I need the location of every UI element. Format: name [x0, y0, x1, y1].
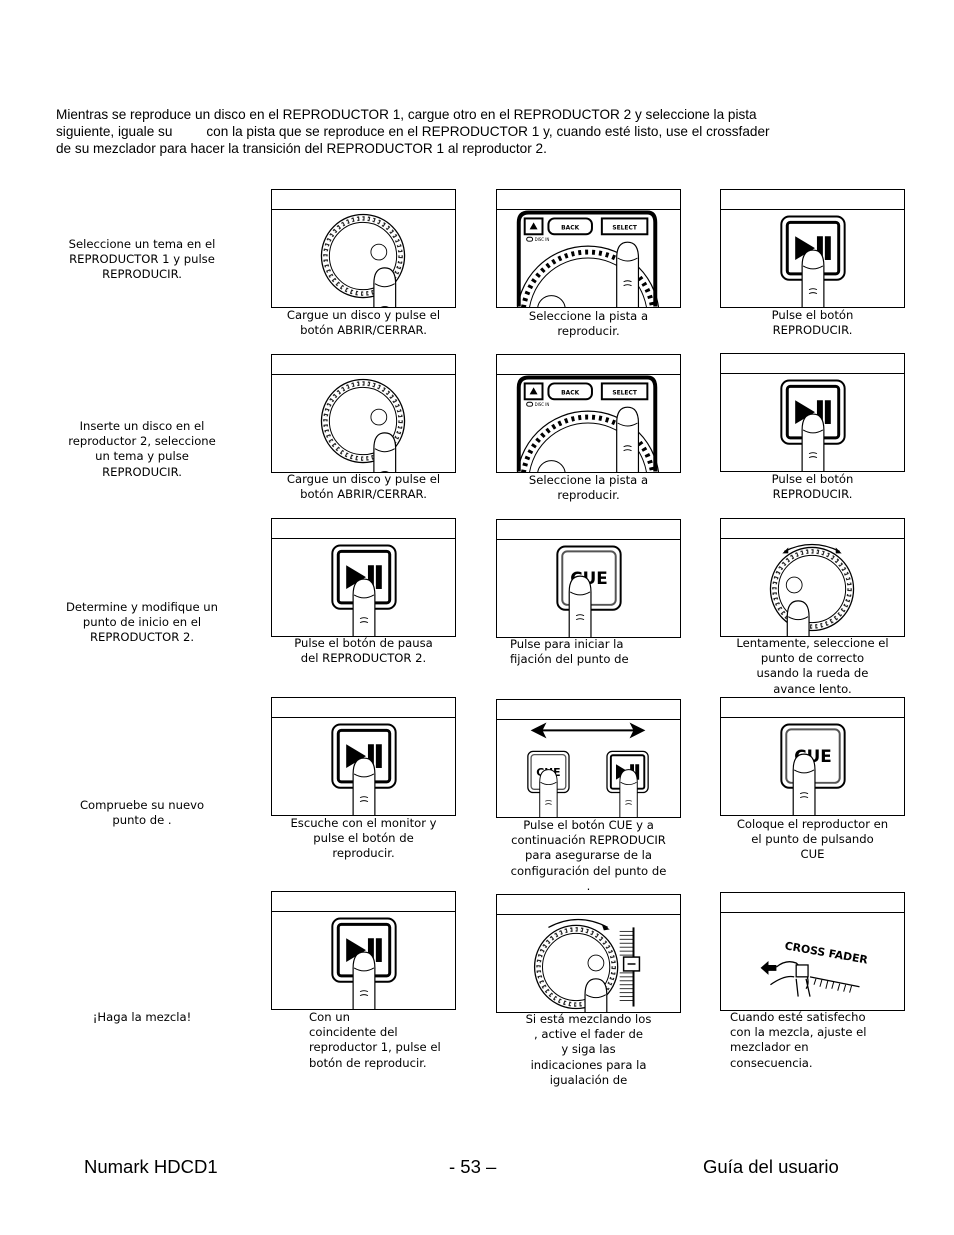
panel-caption: Coloque el reproductor en el punto de pu…: [736, 817, 889, 862]
step-1-label: Seleccione un tema en el REPRODUCTOR 1 y…: [68, 237, 216, 282]
panel-3-1: [271, 518, 456, 637]
step-4-label: Compruebe su nuevo punto de .: [79, 798, 205, 828]
panel-header: [721, 519, 904, 539]
select-button-panel-icon: DISC IN BACK SELECT: [516, 375, 660, 472]
footer-guide-title: Guía del usuario: [703, 1156, 839, 1177]
panel-5-3: CROSS FADER: [720, 892, 905, 1011]
cue-and-play-buttons-icon: [527, 722, 650, 817]
panel-1-1: [271, 189, 456, 308]
panel-header: [497, 895, 680, 915]
panel-header: [272, 355, 455, 375]
panel-caption: Seleccione la pista a reproducir.: [528, 473, 649, 503]
panel-caption: Cuando esté satisfecho con la mezcla, aj…: [730, 1010, 867, 1070]
panel-1-2: DISC IN BACK SELECT: [496, 189, 681, 308]
step-3-label: Determine y modifique un punto de inicio…: [65, 600, 219, 645]
panel-2-1: [271, 354, 456, 473]
back-button-label: BACK: [561, 224, 579, 231]
panel-caption: Con un coincidente del reproductor 1, pu…: [309, 1010, 441, 1070]
play-pause-button-icon: [779, 378, 847, 471]
arrow-left-icon: [760, 961, 777, 975]
panel-header: [272, 519, 455, 539]
disc-in-label: DISC IN: [535, 402, 550, 407]
play-pause-button-icon: [330, 916, 398, 1009]
panel-header: [497, 520, 680, 540]
panel-3-3: [720, 518, 905, 637]
play-pause-button-icon: [779, 214, 847, 307]
panel-caption: Pulse el botón CUE y a continuación REPR…: [510, 818, 667, 893]
panel-3-2: [496, 519, 681, 638]
jog-wheel-pitch-fader-icon: [497, 918, 641, 1012]
disc-in-label: DISC IN: [535, 237, 550, 242]
select-button-label: SELECT: [612, 224, 637, 231]
jog-wheel-press-icon: [272, 210, 455, 307]
step-5-label: ¡Haga la mezcla!: [92, 1010, 192, 1024]
panel-caption: Cargue un disco y pulse el botón ABRIR/C…: [286, 472, 441, 502]
footer-page-number: - 53 –: [449, 1156, 497, 1177]
select-button-label: SELECT: [612, 389, 637, 396]
panel-header: [272, 190, 455, 210]
panel-caption: Seleccione la pista a reproducir.: [528, 309, 649, 339]
panel-5-1: [271, 891, 456, 1010]
panel-caption: Pulse para iniciar la fijación del punto…: [510, 637, 629, 667]
panel-caption: Escuche con el monitor y pulse el botón …: [290, 816, 437, 861]
panel-4-2: [496, 699, 681, 818]
cue-button-icon: [556, 545, 622, 637]
panel-header: [272, 698, 455, 718]
panel-header: [721, 698, 904, 718]
panel-2-3: [720, 353, 905, 472]
cue-button-icon: [780, 723, 846, 815]
panel-header: [497, 700, 680, 720]
panel-caption: Si está mezclando los , active el fader …: [525, 1012, 652, 1087]
panel-4-1: [271, 697, 456, 816]
intro-line-1: Mientras se reproduce un disco en el REP…: [56, 107, 757, 122]
jog-wheel-press-icon: [272, 375, 455, 472]
panel-caption: Pulse el botón REPRODUCIR.: [771, 308, 854, 338]
jog-wheel-rotate-icon: [721, 543, 904, 636]
select-button-panel-icon: DISC IN BACK SELECT: [516, 210, 660, 307]
panel-4-3: [720, 697, 905, 816]
panel-caption: Lentamente, seleccione el punto de corre…: [736, 636, 889, 696]
panel-5-2: [496, 894, 681, 1013]
crossfader-hand-icon: CROSS FADER: [760, 939, 869, 997]
pitch-fader-icon: [619, 927, 641, 1007]
panel-caption: Cargue un disco y pulse el botón ABRIR/C…: [286, 308, 441, 338]
panel-header: [272, 892, 455, 912]
play-pause-button-icon: [330, 722, 398, 815]
panel-caption: Pulse el botón de pausa del REPRODUCTOR …: [294, 636, 433, 666]
panel-header: [721, 893, 904, 913]
intro-line-2: siguiente, iguale su con la pista que se…: [56, 123, 770, 139]
intro-line-3: de su mezclador para hacer la transición…: [56, 140, 547, 156]
panel-header: [721, 354, 904, 374]
panel-header: [497, 355, 680, 375]
panel-header: [721, 190, 904, 210]
step-2-label: Inserte un disco en el reproductor 2, se…: [68, 419, 216, 479]
footer-product-name: Numark HDCD1: [84, 1156, 218, 1177]
intro-paragraph: Mientras se reproduce un disco en el REP…: [56, 107, 916, 157]
panel-2-2: DISC IN BACK SELECT: [496, 354, 681, 473]
panel-caption: Pulse el botón REPRODUCIR.: [771, 472, 854, 502]
play-pause-button-icon: [330, 543, 398, 636]
back-button-label: BACK: [561, 389, 579, 396]
panel-header: [497, 190, 680, 210]
panel-1-3: [720, 189, 905, 308]
